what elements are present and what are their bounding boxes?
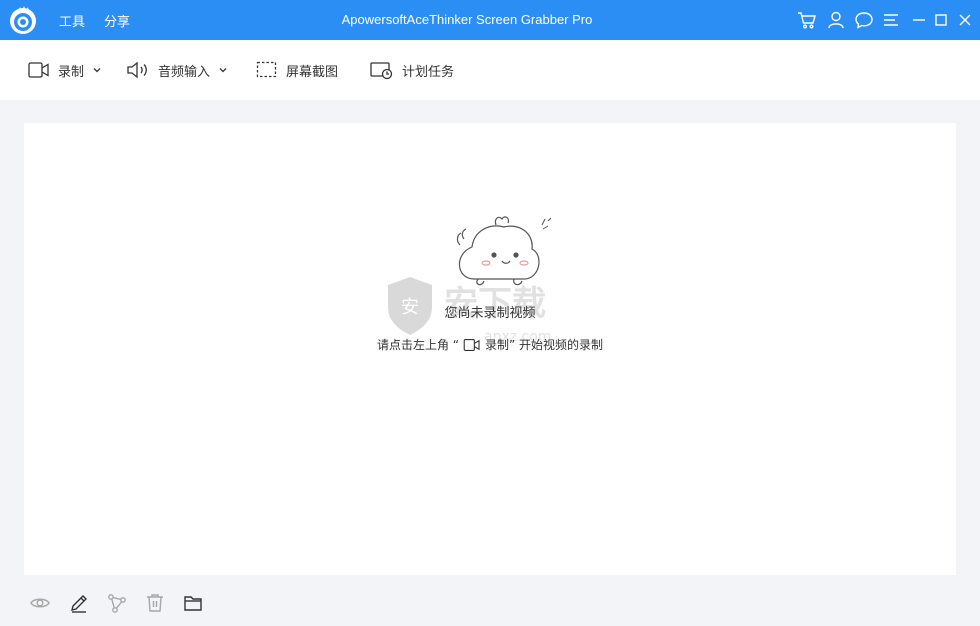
empty-state-hint: 请点击左上角 “ 录制 ” 开始视频的录制 xyxy=(24,336,956,353)
empty-state-title: 您尚未录制视频 xyxy=(444,306,536,321)
hint-suffix: ” 开始视频的录制 xyxy=(509,338,604,352)
bottom-toolbar xyxy=(0,584,980,626)
video-camera-icon xyxy=(463,338,480,351)
minimize-icon[interactable] xyxy=(909,10,929,30)
record-button[interactable]: 录制 xyxy=(28,58,102,82)
pencil-icon[interactable] xyxy=(68,592,90,614)
hint-record-label: 录制 xyxy=(484,338,509,352)
eye-icon[interactable] xyxy=(29,592,51,614)
hint-record-icon xyxy=(463,338,481,352)
cart-icon[interactable] xyxy=(797,10,817,30)
toolbar: 录制 音频输入 屏幕截图 计划任务 xyxy=(0,40,980,100)
screenshot-icon xyxy=(256,61,277,78)
menu-icon[interactable] xyxy=(881,10,901,30)
audio-input-button[interactable]: 音频输入 xyxy=(126,58,228,82)
schedule-task-button[interactable]: 计划任务 xyxy=(370,58,454,82)
folder-icon[interactable] xyxy=(182,592,204,614)
speaker-icon xyxy=(127,61,147,79)
hint-prefix: 请点击左上角 “ xyxy=(376,338,459,352)
schedule-task-label: 计划任务 xyxy=(402,64,455,80)
window-title: ApowersoftAceThinker Screen Grabber Pro xyxy=(341,12,593,27)
chevron-down-icon xyxy=(219,68,227,73)
screenshot-label: 屏幕截图 xyxy=(286,64,339,80)
user-icon[interactable] xyxy=(826,10,846,30)
chevron-down-icon xyxy=(93,68,101,73)
video-camera-icon xyxy=(28,62,49,78)
title-bar: 工具 分享 ApowersoftAceThinker Screen Grabbe… xyxy=(0,0,980,40)
schedule-icon xyxy=(370,62,393,80)
trash-icon[interactable] xyxy=(144,592,166,614)
screenshot-button[interactable]: 屏幕截图 xyxy=(256,58,338,82)
record-label: 录制 xyxy=(58,64,85,80)
close-icon[interactable] xyxy=(955,10,975,30)
maximize-icon[interactable] xyxy=(931,10,951,30)
chat-icon[interactable] xyxy=(854,10,874,30)
video-list-area: 安 安下载 anxz.com 您尚未录制视频 请点击左上角 “ 录制 ” 开始视… xyxy=(24,123,956,575)
share-icon[interactable] xyxy=(106,592,128,614)
audio-input-label: 音频输入 xyxy=(158,64,211,80)
